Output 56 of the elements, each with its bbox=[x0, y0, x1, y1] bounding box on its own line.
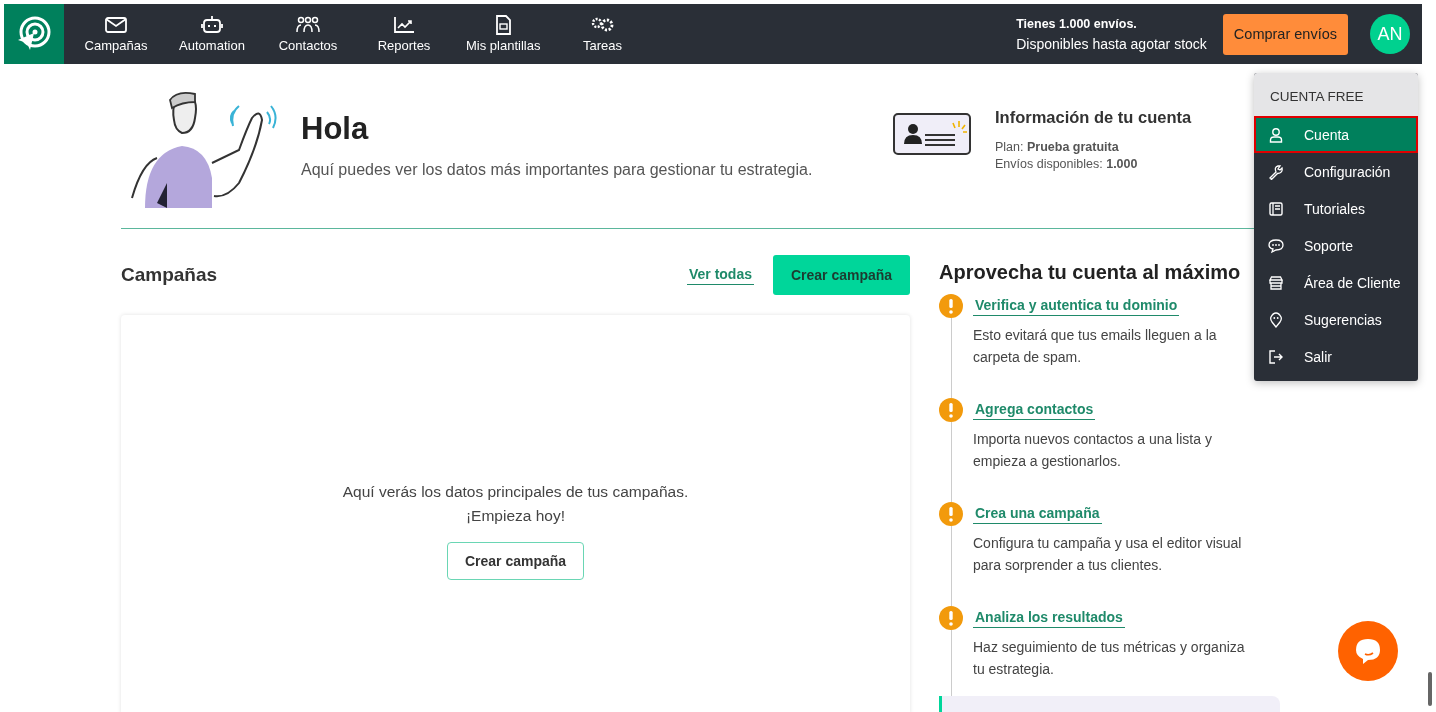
menu-item[interactable]: Área de Cliente bbox=[1254, 264, 1418, 301]
nav-item[interactable]: Tareas bbox=[554, 15, 651, 53]
menu-item[interactable]: Tutoriales bbox=[1254, 190, 1418, 227]
nav-item[interactable]: Contactos bbox=[260, 15, 356, 53]
empty-state-text: Aquí verás los datos principales de tus campañas. ¡Empieza hoy! bbox=[342, 482, 689, 526]
tip-link[interactable]: Agrega contactos bbox=[973, 401, 1096, 420]
logo-icon[interactable] bbox=[4, 4, 64, 64]
wrench-icon bbox=[1268, 163, 1284, 180]
book-icon bbox=[1268, 200, 1284, 217]
campaigns-title: Campañas bbox=[121, 264, 218, 286]
scrollbar-thumb[interactable] bbox=[1428, 672, 1432, 706]
people-icon bbox=[295, 15, 321, 35]
account-info-line: Envíos disponibles: 1.000 bbox=[995, 155, 1139, 173]
store-icon bbox=[1268, 274, 1284, 291]
logout-icon bbox=[1268, 348, 1284, 365]
menu-item[interactable]: Salir bbox=[1254, 338, 1418, 375]
nav-item[interactable]: Reportes bbox=[356, 15, 452, 53]
menu-item[interactable]: Cuenta bbox=[1254, 116, 1418, 153]
id-card-icon bbox=[893, 113, 973, 157]
warning-icon bbox=[939, 398, 963, 422]
location-pin-icon bbox=[1268, 311, 1284, 328]
credits-title: Tienes 1.000 envíos. bbox=[1016, 16, 1138, 31]
nav-item[interactable]: Campañas bbox=[68, 15, 164, 53]
menu-item[interactable]: Soporte bbox=[1254, 227, 1418, 264]
warning-icon bbox=[939, 294, 963, 318]
tip-link[interactable]: Crea una campaña bbox=[973, 505, 1102, 524]
menu-item[interactable]: Sugerencias bbox=[1254, 301, 1418, 338]
tips-title: Aprovecha tu cuenta al máximo bbox=[939, 261, 1242, 284]
chat-button[interactable] bbox=[1338, 621, 1398, 681]
chat-bubble-icon bbox=[1353, 636, 1383, 666]
account-info-title: Información de tu cuenta bbox=[995, 107, 1192, 127]
envelope-icon bbox=[103, 15, 129, 35]
account-info-line: Plan: Prueba gratuita bbox=[995, 138, 1120, 156]
tip-description: Haz seguimiento de tus métricas y organiza tu estrategia. bbox=[973, 638, 1246, 679]
user-icon bbox=[1268, 126, 1284, 143]
greeting-title: Hola bbox=[301, 111, 370, 147]
create-campaign-button[interactable]: Crear campaña bbox=[773, 255, 910, 295]
tip-description: Configura tu campaña y usa el editor visual para sorprender a tus clientes. bbox=[973, 534, 1243, 575]
warning-icon bbox=[939, 502, 963, 526]
tip-description: Esto evitará que tus emails lleguen a la carpeta de spam. bbox=[973, 326, 1218, 367]
nav-item[interactable]: Automation bbox=[164, 15, 260, 53]
warning-icon bbox=[939, 606, 963, 630]
chart-icon bbox=[391, 15, 417, 35]
greeting-subtitle: Aquí puedes ver los datos más importantes para gestionar tu estrategia. bbox=[301, 161, 814, 179]
buy-button[interactable]: Comprar envíos bbox=[1222, 13, 1348, 55]
tip-link[interactable]: Analiza los resultados bbox=[973, 609, 1125, 628]
view-all-link[interactable]: Ver todas bbox=[686, 265, 754, 285]
robot-icon bbox=[199, 15, 225, 35]
tip-description: Importa nuevos contactos a una lista y empieza a gestionarlos. bbox=[973, 430, 1213, 471]
create-campaign-button[interactable]: Crear campaña bbox=[447, 542, 584, 580]
chat-icon bbox=[1268, 237, 1284, 254]
menu-header: CUENTA FREE bbox=[1254, 73, 1418, 116]
nav-item[interactable]: Mis plantillas bbox=[452, 15, 555, 53]
tip-link[interactable]: Verifica y autentica tu dominio bbox=[973, 297, 1180, 316]
menu-item[interactable]: Configuración bbox=[1254, 153, 1418, 190]
credits-subtitle: Disponibles hasta agotar stock bbox=[1016, 35, 1207, 52]
